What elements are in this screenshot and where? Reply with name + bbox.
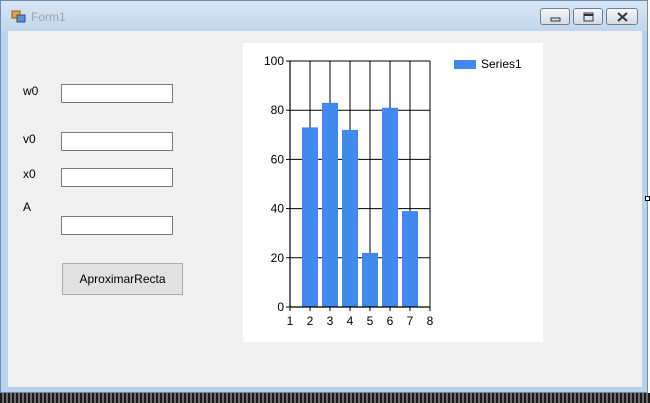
maximize-icon (583, 12, 594, 22)
x-tick-label: 3 (327, 314, 334, 328)
legend-swatch-series1 (454, 59, 476, 69)
x0-input[interactable] (61, 168, 173, 187)
bar (322, 102, 338, 307)
label-w0: w0 (23, 84, 39, 98)
bar (302, 127, 318, 307)
aproximar-recta-button[interactable]: AproximarRecta (62, 263, 183, 295)
title-bar[interactable]: Form1 (1, 1, 647, 31)
chart: 0 20 40 60 80 100 1 2 3 4 5 6 7 8 Series1 (243, 43, 543, 342)
x-tick-label: 2 (307, 314, 314, 328)
y-tick-label: 20 (271, 251, 285, 265)
x-tick-label: 7 (407, 314, 414, 328)
bar-chart: 0 20 40 60 80 100 1 2 3 4 5 6 7 8 (264, 54, 434, 328)
close-icon (617, 12, 628, 22)
label-a: A (23, 200, 32, 214)
resize-handle-right[interactable] (645, 196, 650, 201)
y-tick-label: 80 (271, 103, 285, 117)
x-tick-label: 1 (287, 314, 294, 328)
close-button[interactable] (606, 8, 638, 25)
x-tick-label: 5 (367, 314, 374, 328)
y-tick-label: 40 (271, 202, 285, 216)
legend-label-series1: Series1 (481, 57, 522, 71)
a-input[interactable] (61, 216, 173, 235)
label-v0: v0 (23, 132, 36, 146)
minimize-icon (550, 17, 561, 22)
y-tick-label: 60 (271, 152, 285, 166)
x-tick-label: 4 (347, 314, 354, 328)
bar (362, 252, 378, 307)
form-client-area: w0 v0 x0 A AproximarRecta 0 20 40 60 80 100 1 2… (8, 31, 642, 387)
y-tick-label: 0 (277, 300, 284, 314)
form1-window: Form1 w0 v0 x0 A AproximarRecta 0 20 40 … (0, 0, 648, 393)
bar (402, 211, 418, 307)
label-x0: x0 (23, 167, 36, 181)
v0-input[interactable] (61, 132, 173, 151)
window-title: Form1 (31, 10, 66, 24)
y-tick-label: 100 (264, 54, 284, 68)
maximize-button[interactable] (573, 8, 603, 25)
bar (382, 107, 398, 308)
bar (342, 129, 358, 307)
minimize-button[interactable] (540, 8, 570, 25)
app-icon (11, 10, 26, 23)
x-tick-label: 8 (427, 314, 434, 328)
x-tick-label: 6 (387, 314, 394, 328)
taskbar-strip (0, 393, 650, 403)
w0-input[interactable] (61, 84, 173, 103)
chart-legend: Series1 (454, 57, 522, 71)
